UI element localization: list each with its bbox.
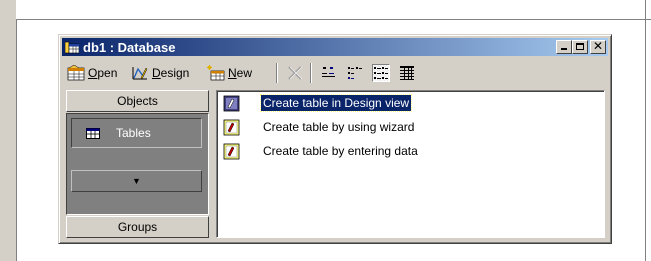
list-item-label: Create table by using wizard: [263, 120, 415, 134]
database-window: db1 : Database ✕ Open Design New Objects…: [58, 34, 612, 244]
list-item[interactable]: Create table in Design view: [223, 93, 413, 113]
new-button[interactable]: New: [207, 61, 252, 85]
tables-label: Tables: [116, 126, 151, 140]
design-button[interactable]: Design: [131, 61, 189, 85]
list-item[interactable]: Create table by using wizard: [223, 117, 416, 137]
objects-item-tables[interactable]: Tables: [71, 118, 202, 148]
close-icon: ✕: [592, 39, 604, 53]
object-list: Create table in Design view Create table…: [216, 90, 605, 238]
chevron-down-icon: ▼: [132, 176, 141, 186]
window-title: db1 : Database: [83, 39, 176, 55]
document-right-border: [645, 0, 646, 261]
design-label: Design: [152, 66, 190, 80]
new-table-icon: [207, 65, 225, 81]
caption-buttons: ✕: [556, 39, 606, 54]
maximize-button[interactable]: [572, 40, 588, 54]
list-item-label: Create table by entering data: [263, 144, 418, 158]
toolbar-separator: [310, 63, 312, 83]
list-item[interactable]: Create table by entering data: [223, 141, 420, 161]
groups-button[interactable]: Groups: [66, 216, 209, 238]
document-left-strip: [0, 0, 17, 261]
database-toolbar: Open Design New: [64, 61, 604, 87]
delete-button[interactable]: [286, 61, 307, 85]
database-window-icon: [64, 41, 80, 54]
table-icon: [86, 127, 100, 139]
wizard-shortcut-icon: [223, 119, 240, 136]
objects-header-button[interactable]: Objects: [66, 90, 209, 112]
list-view-icon: [374, 67, 388, 79]
small-icons-icon: [348, 67, 362, 79]
open-label: Open: [88, 66, 118, 80]
list-view-button[interactable]: [372, 64, 390, 82]
design-icon: [131, 65, 149, 81]
datasheet-shortcut-icon: [223, 143, 240, 160]
minimize-icon: [561, 48, 567, 50]
minimize-button[interactable]: [556, 40, 572, 54]
new-label: New: [228, 66, 253, 80]
objects-bar: Objects Tables ▼ Groups: [66, 90, 209, 238]
small-icons-view-button[interactable]: [346, 64, 364, 82]
large-icons-view-button[interactable]: [320, 64, 338, 82]
delete-icon: [286, 65, 304, 81]
details-view-icon: [400, 66, 414, 80]
open-button[interactable]: Open: [67, 61, 117, 85]
objects-pane: Tables ▼: [66, 113, 209, 215]
open-table-icon: [67, 64, 85, 81]
list-item-label: Create table in Design view: [259, 94, 413, 112]
design-view-shortcut-icon: [223, 95, 240, 112]
large-icons-icon: [322, 67, 335, 77]
title-bar[interactable]: db1 : Database ✕: [62, 38, 608, 56]
toolbar-separator: [276, 63, 278, 83]
details-view-button[interactable]: [398, 64, 416, 82]
document-top-strip: [16, 0, 651, 20]
objects-scroll-down-button[interactable]: ▼: [71, 170, 202, 192]
maximize-icon: [576, 43, 584, 50]
close-button[interactable]: ✕: [590, 39, 606, 54]
